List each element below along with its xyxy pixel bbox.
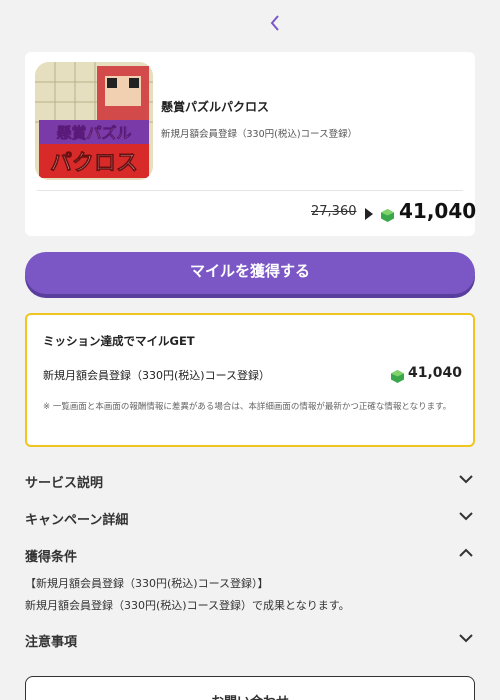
back-button[interactable]	[265, 12, 285, 36]
conditions-line-2: 新規月額会員登録（330円(税込)コース登録）で成果となります。	[25, 599, 350, 612]
section-notes-label: 注意事項	[25, 635, 78, 650]
svg-text:パクロス: パクロス	[50, 151, 138, 176]
old-points: 27,360	[311, 204, 357, 219]
section-conditions[interactable]: 獲得条件	[25, 544, 475, 568]
chevron-left-icon	[270, 15, 279, 31]
mission-item-label: 新規月額会員登録（330円(税込)コース登録）	[43, 369, 271, 382]
section-service[interactable]: サービス説明	[25, 470, 475, 494]
offer-card: 懸賞パズル パクロス 懸賞パズルパクロス 新規月額会員登録（330円(税込)コー…	[25, 52, 477, 236]
arrow-right-icon	[365, 208, 373, 220]
section-service-label: サービス説明	[25, 476, 104, 491]
conditions-line-1: 【新規月額会員登録（330円(税込)コース登録）】	[25, 577, 269, 590]
offer-subtitle: 新規月額会員登録（330円(税込)コース登録）	[161, 129, 358, 140]
new-points: 41,040	[399, 199, 477, 223]
chevron-down-icon	[459, 475, 473, 484]
mile-gem-icon	[391, 368, 404, 387]
mission-note: ※ 一覧画面と本画面の報酬情報に差異がある場合は、本詳細画面の情報が最新かつ正確…	[43, 402, 452, 412]
mission-box: ミッション達成でマイルGET 新規月額会員登録（330円(税込)コース登録） 4…	[25, 313, 475, 447]
svg-text:懸賞パズル: 懸賞パズル	[56, 124, 131, 142]
chevron-up-icon	[459, 548, 473, 557]
contact-button[interactable]: お問い合わせ	[25, 676, 475, 700]
chevron-down-icon	[459, 634, 473, 643]
section-campaign-label: キャンペーン詳細	[25, 513, 129, 528]
section-notes[interactable]: 注意事項	[25, 629, 475, 653]
mission-points: 41,040	[408, 365, 463, 381]
divider	[37, 190, 463, 191]
mission-title: ミッション達成でマイルGET	[43, 334, 195, 348]
chevron-down-icon	[459, 512, 473, 521]
offer-title: 懸賞パズルパクロス	[161, 100, 270, 114]
section-conditions-label: 獲得条件	[25, 550, 78, 565]
get-miles-button[interactable]: マイルを獲得する	[25, 252, 475, 294]
mile-gem-icon	[381, 207, 394, 226]
section-campaign[interactable]: キャンペーン詳細	[25, 507, 475, 531]
app-icon: 懸賞パズル パクロス	[35, 62, 153, 180]
